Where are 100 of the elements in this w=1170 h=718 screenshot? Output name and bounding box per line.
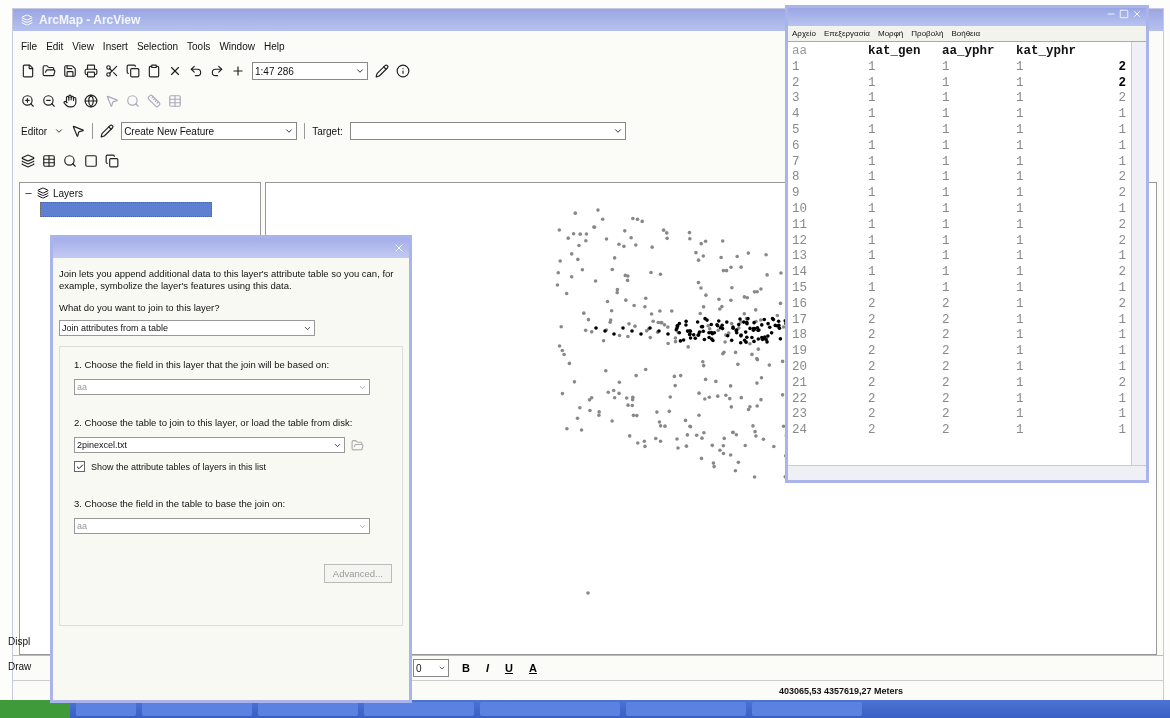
zoom-in-icon[interactable] bbox=[21, 94, 35, 108]
table-cell-text: 1 bbox=[868, 265, 877, 281]
table-cell-text: 2 bbox=[868, 312, 877, 329]
globe-icon[interactable] bbox=[84, 94, 98, 108]
menu-item[interactable]: Window bbox=[219, 41, 255, 52]
table-cell-text: 1 bbox=[1016, 328, 1025, 345]
table-cell-text: 1 bbox=[1016, 375, 1025, 392]
zoom-out-icon[interactable] bbox=[42, 94, 56, 108]
table-cell-text: 1 bbox=[1016, 280, 1025, 297]
add-data-icon[interactable] bbox=[231, 64, 245, 78]
pencil-icon[interactable] bbox=[100, 124, 115, 138]
table-cell-text: 1 bbox=[868, 249, 877, 266]
coordinates-text: 403065,53 4357619,27 Meters bbox=[778, 686, 903, 696]
table-cell-text: 2 bbox=[1117, 217, 1126, 234]
format-button[interactable]: U bbox=[502, 662, 516, 674]
scrollbar[interactable] bbox=[1131, 42, 1146, 465]
menu-item[interactable]: Help bbox=[263, 41, 285, 52]
menu-item[interactable]: Βοήθεια bbox=[951, 29, 981, 38]
table-cell-text: 1 bbox=[1117, 249, 1126, 266]
dropdown-icon bbox=[438, 664, 446, 672]
table-cell-text: 1 bbox=[1117, 391, 1126, 408]
table-cell-text: 10 bbox=[792, 201, 808, 218]
table-cell-text: 1 bbox=[942, 280, 951, 297]
table-cell-text: 1 bbox=[1016, 91, 1025, 108]
print-icon[interactable] bbox=[84, 64, 98, 78]
table-cell-text: 12 bbox=[792, 233, 808, 250]
menu-item[interactable]: View bbox=[72, 41, 94, 52]
start-button[interactable] bbox=[0, 700, 70, 718]
save-icon[interactable] bbox=[63, 64, 77, 78]
question-text: What do you want to join to this layer? bbox=[59, 302, 221, 314]
menu-item[interactable]: Αρχείο bbox=[792, 29, 816, 38]
new-file-icon[interactable] bbox=[21, 64, 35, 78]
scrollbar[interactable] bbox=[788, 465, 1146, 480]
menu-item[interactable]: Tools bbox=[187, 41, 211, 52]
table-cell-text: 2 bbox=[1117, 265, 1126, 281]
table-cell-text: 1 bbox=[868, 138, 877, 155]
table-cell-text: 1 bbox=[868, 91, 877, 108]
pan-icon[interactable] bbox=[63, 94, 77, 108]
table-cell-text: 1 bbox=[1016, 296, 1025, 313]
table-cell-text: 2 bbox=[868, 391, 877, 408]
table-cell-text: 1 bbox=[942, 249, 951, 266]
undo-icon[interactable] bbox=[189, 64, 203, 78]
layers-icon[interactable] bbox=[21, 154, 35, 168]
layers-label[interactable]: Layers bbox=[53, 187, 83, 199]
task-dropdown[interactable]: Create New Feature bbox=[121, 122, 298, 140]
format-button[interactable]: A bbox=[525, 662, 540, 674]
redo-icon[interactable] bbox=[210, 64, 224, 78]
table-cell-text: 1 bbox=[942, 59, 951, 76]
table-cell-text: 1 bbox=[942, 154, 951, 171]
menu-item[interactable]: Προβολή bbox=[911, 29, 944, 38]
menu-item[interactable]: Selection bbox=[136, 41, 178, 52]
table-cell-text: 1 bbox=[1117, 154, 1126, 171]
pencil-icon[interactable] bbox=[375, 64, 389, 78]
editor-menu[interactable]: Editor bbox=[21, 125, 48, 137]
checkbox-label: Show the attribute tables of layers in this list bbox=[91, 461, 267, 472]
format-button[interactable]: I bbox=[482, 662, 492, 674]
open-folder-icon[interactable] bbox=[42, 64, 56, 78]
menu-item[interactable]: Insert bbox=[102, 41, 128, 52]
layers-icon bbox=[37, 187, 49, 199]
menu-item[interactable]: File bbox=[21, 41, 38, 52]
table-cell-text: 1 bbox=[868, 59, 877, 76]
table-cell-text: 1 bbox=[942, 75, 951, 92]
square-icon[interactable] bbox=[84, 154, 98, 168]
panel-tab[interactable]: Draw bbox=[8, 661, 32, 672]
help-icon[interactable] bbox=[396, 64, 410, 78]
menu-item[interactable]: Edit bbox=[46, 41, 64, 52]
join-type-dropdown[interactable]: Join attributes from a table bbox=[59, 320, 315, 336]
table-icon[interactable] bbox=[42, 154, 56, 168]
paste-icon[interactable] bbox=[147, 64, 161, 78]
table-cell-text: 1 bbox=[942, 107, 951, 123]
app-icon bbox=[21, 14, 33, 26]
table-cell-text: 1 bbox=[1016, 407, 1025, 424]
delete-icon[interactable] bbox=[168, 64, 182, 78]
table-cell-text: 14 bbox=[792, 265, 808, 281]
menu-item[interactable]: Μορφή bbox=[878, 29, 904, 38]
copy-icon[interactable] bbox=[126, 64, 140, 78]
table-cell-text: 1 bbox=[1117, 423, 1126, 439]
panel-tab[interactable]: Displ bbox=[8, 636, 32, 647]
search-icon[interactable] bbox=[63, 154, 77, 168]
table-cell-text: 8 bbox=[792, 170, 801, 187]
table-cell-text: 1 bbox=[942, 138, 951, 155]
table-cell-text: 2 bbox=[868, 344, 877, 360]
copy-icon[interactable] bbox=[105, 154, 119, 168]
checkbox[interactable] bbox=[74, 461, 85, 472]
cut-icon[interactable] bbox=[105, 64, 119, 78]
table-cell-text: 1 bbox=[1117, 201, 1126, 218]
table-dropdown[interactable]: 2pinexcel.txt bbox=[74, 437, 345, 453]
table-cell-text: 2 bbox=[942, 375, 951, 392]
pointer-icon[interactable] bbox=[71, 124, 86, 138]
font-size-dropdown[interactable]: 0 bbox=[413, 659, 449, 677]
table-cell-text: 1 bbox=[868, 201, 877, 218]
target-dropdown[interactable] bbox=[349, 122, 626, 140]
menu-item[interactable]: Επεξεργασία bbox=[823, 29, 870, 38]
table-cell-text: 1 bbox=[1117, 123, 1126, 139]
format-button[interactable]: B bbox=[459, 662, 473, 674]
table-cell-text: 1 bbox=[1117, 280, 1126, 297]
table-cell-text: 1 bbox=[942, 265, 951, 281]
scale-field[interactable]: 1:47 286 bbox=[252, 62, 368, 80]
table-cell-text: 1 bbox=[1016, 186, 1025, 202]
table-cell-text: 2 bbox=[1117, 296, 1126, 313]
